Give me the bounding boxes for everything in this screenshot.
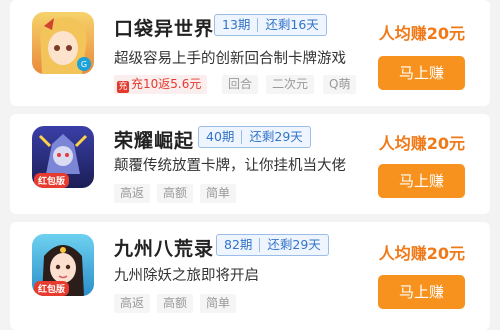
remaining-days: 还剩29天	[267, 237, 321, 252]
tag: 二次元	[266, 75, 315, 94]
tag: 高额	[157, 294, 194, 313]
game-title: 口袋异世界	[114, 18, 215, 40]
tag: 高返	[114, 184, 151, 203]
remaining-days: 还剩16天	[265, 17, 319, 32]
tag: 高额	[157, 184, 194, 203]
promo-text: 充10返5.6元	[131, 77, 202, 91]
tag: 高返	[114, 294, 151, 313]
remaining-days: 还剩29天	[249, 129, 303, 144]
earn-amount: 人均赚20元	[378, 24, 465, 43]
svg-text:G: G	[81, 60, 87, 69]
tag: 回合	[222, 75, 259, 94]
game-icon[interactable]: 红包版	[32, 126, 94, 188]
game-description: 九州除妖之旅即将开启	[114, 268, 259, 284]
tag: Q萌	[323, 75, 357, 94]
earn-now-button[interactable]: 马上赚	[378, 56, 465, 90]
game-card[interactable]: G 口袋异世界 13期 还剩16天 超级容易上手的创新回合制卡牌游戏 充充10返…	[10, 0, 490, 106]
earn-amount: 人均赚20元	[378, 244, 465, 263]
period-badge: 82期 还剩29天	[216, 234, 329, 256]
period-number: 13期	[222, 17, 251, 32]
game-title: 九州八荒录	[114, 238, 215, 260]
game-description: 颠覆传统放置卡牌，让你挂机当大佬	[114, 158, 346, 174]
red-packet-badge: 红包版	[34, 173, 70, 188]
red-packet-badge: 红包版	[34, 281, 70, 296]
period-number: 82期	[224, 237, 253, 252]
tag: 简单	[200, 184, 237, 203]
earn-amount: 人均赚20元	[378, 134, 465, 153]
game-icon[interactable]: 红包版	[32, 234, 94, 296]
tag: 简单	[200, 294, 237, 313]
game-description: 超级容易上手的创新回合制卡牌游戏	[114, 51, 346, 67]
period-badge: 13期 还剩16天	[214, 14, 327, 36]
period-number: 40期	[206, 129, 235, 144]
game-card[interactable]: 红包版 九州八荒录 82期 还剩29天 九州除妖之旅即将开启 高返 高额 简单 …	[10, 222, 490, 330]
game-icon[interactable]: G	[32, 12, 94, 74]
earn-now-button[interactable]: 马上赚	[378, 275, 465, 309]
promo-tag: 充充10返5.6元	[114, 75, 208, 94]
earn-now-button[interactable]: 马上赚	[378, 164, 465, 198]
period-badge: 40期 还剩29天	[198, 126, 311, 148]
game-card[interactable]: 红包版 荣耀崛起 40期 还剩29天 颠覆传统放置卡牌，让你挂机当大佬 高返 高…	[10, 114, 490, 214]
game-title: 荣耀崛起	[114, 130, 195, 152]
promo-icon: 充	[117, 81, 129, 93]
